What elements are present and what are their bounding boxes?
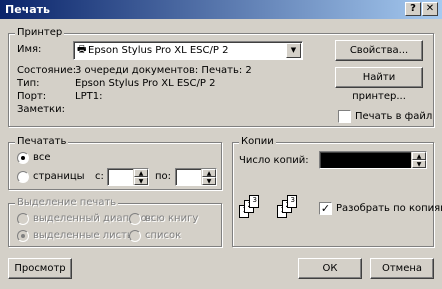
preview-button[interactable]: Просмотр xyxy=(8,258,72,279)
spin-down-icon[interactable]: ▼ xyxy=(134,177,148,185)
ok-button[interactable]: ОК xyxy=(298,258,362,279)
print-range-group-label: Печатать xyxy=(15,136,69,148)
copies-group-label: Копии xyxy=(239,136,276,148)
find-printer-button[interactable]: Найти принтер... xyxy=(335,67,423,102)
selection-group-label: Выделение печать xyxy=(15,197,119,209)
collate-label: Разобрать по копиям xyxy=(336,203,442,214)
printer-comment-label: Заметки: xyxy=(17,104,65,115)
range-from-spinner[interactable]: ▲ ▼ xyxy=(133,169,148,185)
help-button[interactable]: ? xyxy=(405,2,421,16)
copies-group: Копии Число копий: ▲ ▼ 1 2 3 1 2 3 ✓ Раз… xyxy=(232,136,442,247)
range-to-spinner[interactable]: ▲ ▼ xyxy=(201,169,216,185)
printer-name-label: Имя: xyxy=(17,44,42,55)
selected-sheets-radio[interactable] xyxy=(17,230,29,242)
whole-book-radio[interactable] xyxy=(129,213,141,225)
printer-status-label: Состояние: xyxy=(17,65,77,76)
range-to-label: по: xyxy=(155,171,172,182)
printer-port-label: Порт: xyxy=(17,91,47,102)
copies-spinner[interactable]: ▲ ▼ xyxy=(411,152,426,168)
printer-group-label: Принтер xyxy=(15,27,65,39)
copies-count-input[interactable]: ▲ ▼ xyxy=(319,151,427,169)
properties-button[interactable]: Свойства... xyxy=(335,40,423,61)
selected-range-radio[interactable] xyxy=(17,213,29,225)
range-from-input[interactable]: ▲ ▼ xyxy=(107,168,149,186)
title-bar: Печать ? ✕ xyxy=(0,0,442,19)
window-title: Печать xyxy=(5,3,50,16)
printer-name-value: Epson Stylus Pro XL ESC/P 2 xyxy=(88,45,229,56)
printer-type-label: Тип: xyxy=(17,78,40,89)
range-pages-label: страницы xyxy=(33,171,85,182)
spin-up-icon[interactable]: ▲ xyxy=(202,169,216,177)
spin-up-icon[interactable]: ▲ xyxy=(134,169,148,177)
list-label: список xyxy=(145,230,182,241)
list-radio[interactable] xyxy=(129,230,141,242)
spin-down-icon[interactable]: ▼ xyxy=(202,177,216,185)
printer-port-value: LPT1: xyxy=(75,91,103,102)
print-range-group: Печатать все страницы с: ▲ ▼ по: ▲ ▼ xyxy=(8,136,222,190)
selected-sheets-label: выделенные листы xyxy=(33,230,135,241)
cancel-button[interactable]: Отмена xyxy=(370,258,434,279)
printer-status-value: 3 очереди документов: Печать: 2 xyxy=(75,65,252,76)
copies-count-label: Число копий: xyxy=(239,155,309,166)
print-dialog: Печать ? ✕ Принтер Имя: 🖶 Epson Stylus P… xyxy=(0,0,442,289)
range-all-label: все xyxy=(33,152,51,163)
collate-checkbox[interactable]: ✓ xyxy=(319,202,332,215)
printer-icon: 🖶 xyxy=(77,44,87,55)
printer-group: Принтер Имя: 🖶 Epson Stylus Pro XL ESC/P… xyxy=(8,27,434,127)
spin-down-icon[interactable]: ▼ xyxy=(412,160,426,168)
printer-name-select[interactable]: 🖶 Epson Stylus Pro XL ESC/P 2 ▼ xyxy=(73,41,303,60)
print-to-file-checkbox[interactable] xyxy=(338,110,351,123)
print-to-file-label: Печать в файл xyxy=(355,111,433,122)
spin-up-icon[interactable]: ▲ xyxy=(412,152,426,160)
chevron-down-icon[interactable]: ▼ xyxy=(286,43,301,58)
range-to-input[interactable]: ▲ ▼ xyxy=(175,168,217,186)
printer-type-value: Epson Stylus Pro XL ESC/P 2 xyxy=(75,78,216,89)
range-all-radio[interactable] xyxy=(17,152,29,164)
range-from-label: с: xyxy=(95,171,104,182)
range-pages-radio[interactable] xyxy=(17,171,29,183)
close-button[interactable]: ✕ xyxy=(422,2,438,16)
selection-group: Выделение печать выделенный диапазон всю… xyxy=(8,197,222,247)
whole-book-label: всю книгу xyxy=(145,213,199,224)
